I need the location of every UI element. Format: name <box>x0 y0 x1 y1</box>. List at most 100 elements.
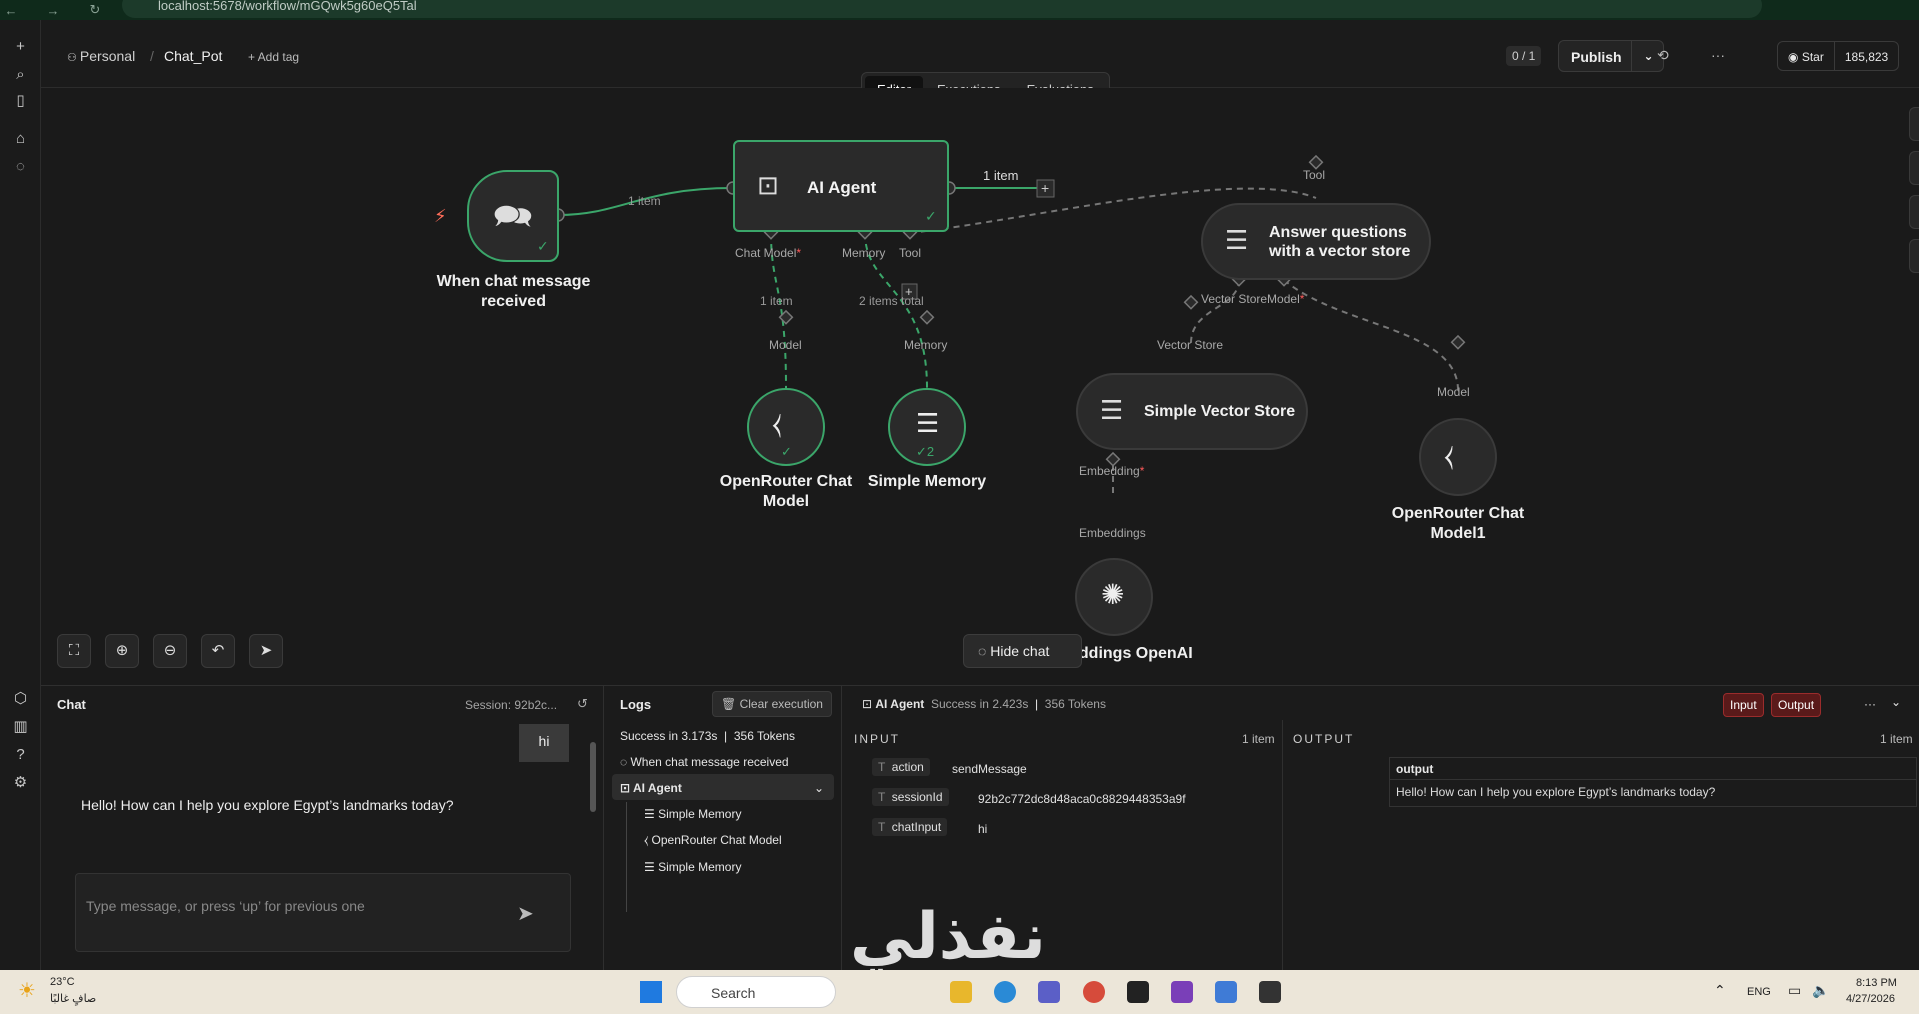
intellij-icon[interactable] <box>1127 981 1149 1003</box>
settings-icon[interactable]: ⚙ <box>10 772 31 793</box>
output-cell: Hello! How can I help you explore Egypt’… <box>1396 785 1716 799</box>
required-mark: * <box>1139 464 1145 478</box>
output-toggle-button[interactable]: Output <box>1771 693 1822 717</box>
version-counter: 0 / 1 <box>1506 46 1542 66</box>
node-simple-memory[interactable]: ☰ ✓2 <box>888 388 966 466</box>
node-embeddings-openai[interactable]: ✺ <box>1075 558 1153 636</box>
forward-icon[interactable]: → <box>42 3 64 18</box>
session-label: Session: 92b2c... <box>465 698 558 712</box>
github-star[interactable]: ◉ Star 185,823 <box>1777 41 1900 71</box>
canvas-search-button[interactable]: ⌕ <box>1909 151 1919 185</box>
database-icon: ☰ <box>1225 225 1249 255</box>
star-text: Star <box>1801 50 1824 64</box>
chat-bubble-icon: ◌ <box>620 755 631 769</box>
chat-scrollbar[interactable] <box>588 726 598 852</box>
start-icon[interactable] <box>640 981 662 1003</box>
file-explorer-icon[interactable] <box>950 981 972 1003</box>
zoom-in-button[interactable]: ⊕ <box>105 634 139 668</box>
visual-studio-icon[interactable] <box>1171 981 1193 1003</box>
trash-icon: 🗑 <box>721 697 740 711</box>
vector-store-title: Simple Vector Store <box>1144 403 1296 420</box>
templates-icon[interactable]: ⬡ <box>10 688 31 709</box>
send-icon[interactable]: ➤ <box>517 901 534 926</box>
log-entry-label: AI Agent <box>632 781 682 795</box>
teams-icon[interactable] <box>1038 981 1060 1003</box>
node-answer-vector-store[interactable]: ☰ Answer questions with a vector store <box>1201 203 1431 280</box>
output-heading: OUTPUT <box>1293 732 1355 746</box>
history-icon[interactable]: ⟲ <box>1657 47 1669 64</box>
add-node-button[interactable]: + <box>1909 107 1919 141</box>
sidebar-toggle-icon[interactable]: ▯ <box>10 90 31 111</box>
sticky-note-button[interactable]: ▤ <box>1909 195 1919 229</box>
hide-chat-button[interactable]: ◌ Hide chat <box>963 634 1082 668</box>
log-entry-memory-2[interactable]: ☰ Simple Memory <box>644 860 741 874</box>
publish-button[interactable]: Publish ⌄ <box>1558 40 1664 72</box>
conn-label-item-model: 1 item <box>760 294 793 308</box>
workflow-name[interactable]: Chat_Pot <box>164 48 222 64</box>
log-entry-agent-label: ⊡ AI Agent <box>620 781 682 795</box>
more-menu-icon[interactable]: ··· <box>1864 697 1876 711</box>
network-icon[interactable]: ▭ <box>1788 982 1801 999</box>
field-key-label: chatInput <box>891 820 942 834</box>
zoom-out-button[interactable]: ⊖ <box>153 634 187 668</box>
node-chat-trigger[interactable]: 🗪 ✓ <box>467 170 559 262</box>
log-entry-model[interactable]: ⧼ OpenRouter Chat Model <box>644 833 782 848</box>
workflow-canvas[interactable]: + + ⚡ 🗪 ✓ When chat message received ⊡ A… <box>41 88 1919 685</box>
logs-panel: Logs 🗑 Clear execution Success in 3.173s… <box>604 686 842 971</box>
reload-icon[interactable]: ↻ <box>84 2 106 18</box>
help-icon[interactable]: ? <box>10 744 31 765</box>
chevron-down-icon[interactable]: ⌄ <box>814 781 824 795</box>
node-openrouter-model-1[interactable]: ⧼ <box>1419 418 1497 496</box>
reset-session-icon[interactable]: ↺ <box>577 696 588 712</box>
edge-icon[interactable] <box>994 981 1016 1003</box>
answer-title: Answer questions with a vector store <box>1269 224 1411 260</box>
add-tag-button[interactable]: + Add tag <box>248 50 299 64</box>
volume-icon[interactable]: 🔈 <box>1812 982 1829 999</box>
plus-icon[interactable]: + <box>10 36 31 57</box>
clear-execution-button[interactable]: 🗑 Clear execution <box>712 691 832 717</box>
chat-message-input[interactable]: Type message, or press ‘up’ for previous… <box>75 873 571 952</box>
weather-temp: 23°C <box>50 976 75 988</box>
collapse-icon[interactable]: ⌄ <box>1891 695 1901 709</box>
taskbar-search[interactable]: Search <box>676 976 836 1008</box>
panel-toggle-button[interactable]: ▯ <box>1909 239 1919 273</box>
language-indicator[interactable]: ENG <box>1747 986 1771 998</box>
robot-icon: ⊡ <box>620 781 633 795</box>
clock-date[interactable]: 4/27/2026 <box>1846 993 1895 1005</box>
log-entry-trigger[interactable]: ◌ When chat message received <box>620 755 789 769</box>
node-ai-agent[interactable]: ⊡ AI Agent ✓ <box>733 140 949 232</box>
handle-model-in-1: Model <box>1437 385 1470 399</box>
chrome-icon[interactable] <box>1083 981 1105 1003</box>
text-type-icon: T <box>878 760 889 774</box>
search-icon[interactable]: ⌕ <box>10 64 31 85</box>
home-icon[interactable]: ⌂ <box>10 128 31 149</box>
log-entry-memory[interactable]: ☰ Simple Memory <box>644 807 741 821</box>
svg-text:+: + <box>1041 180 1049 196</box>
terminal-icon[interactable] <box>1259 981 1281 1003</box>
scroll-thumb[interactable] <box>590 742 596 812</box>
clock-time[interactable]: 8:13 PM <box>1856 977 1897 989</box>
io-divider <box>1282 720 1283 971</box>
url-bar[interactable]: localhost:5678/workflow/mGQwk5g60eQ5Tal <box>122 0 1762 18</box>
fit-view-button[interactable]: ⛶ <box>57 634 91 668</box>
field-value-session: 92b2c772dc8d48aca0c8829448353a9f <box>978 792 1186 806</box>
handle-embedding: Embedding* <box>1079 464 1144 478</box>
input-heading: INPUT <box>854 732 900 746</box>
success-check-icon: ✓ <box>925 208 937 224</box>
chat-panel: Chat Session: 92b2c... ↺ hi Hello! How c… <box>41 686 604 971</box>
node-simple-vector-store[interactable]: ☰ Simple Vector Store <box>1076 373 1308 450</box>
conn-label-items-total: 2 items total <box>859 294 924 308</box>
cursor-tool-button[interactable]: ➤ <box>249 634 283 668</box>
node-openrouter-model[interactable]: ⧼ ✓ <box>747 388 825 466</box>
app-icon[interactable] <box>1215 981 1237 1003</box>
undo-button[interactable]: ↶ <box>201 634 235 668</box>
insights-icon[interactable]: ▥ <box>10 716 31 737</box>
chat-icon[interactable]: ◌ <box>10 156 31 177</box>
more-menu-icon[interactable]: ··· <box>1711 47 1725 63</box>
back-icon[interactable]: ← <box>0 3 22 18</box>
breadcrumb-owner[interactable]: ⚇ Personal <box>67 48 135 64</box>
detail-header: ⊡ AI Agent Success in 2.423s | 356 Token… <box>862 697 1106 711</box>
input-toggle-button[interactable]: Input <box>1723 693 1764 717</box>
tray-chevron-icon[interactable]: ⌃ <box>1714 982 1726 999</box>
log-entry-label: When chat message received <box>630 755 789 769</box>
